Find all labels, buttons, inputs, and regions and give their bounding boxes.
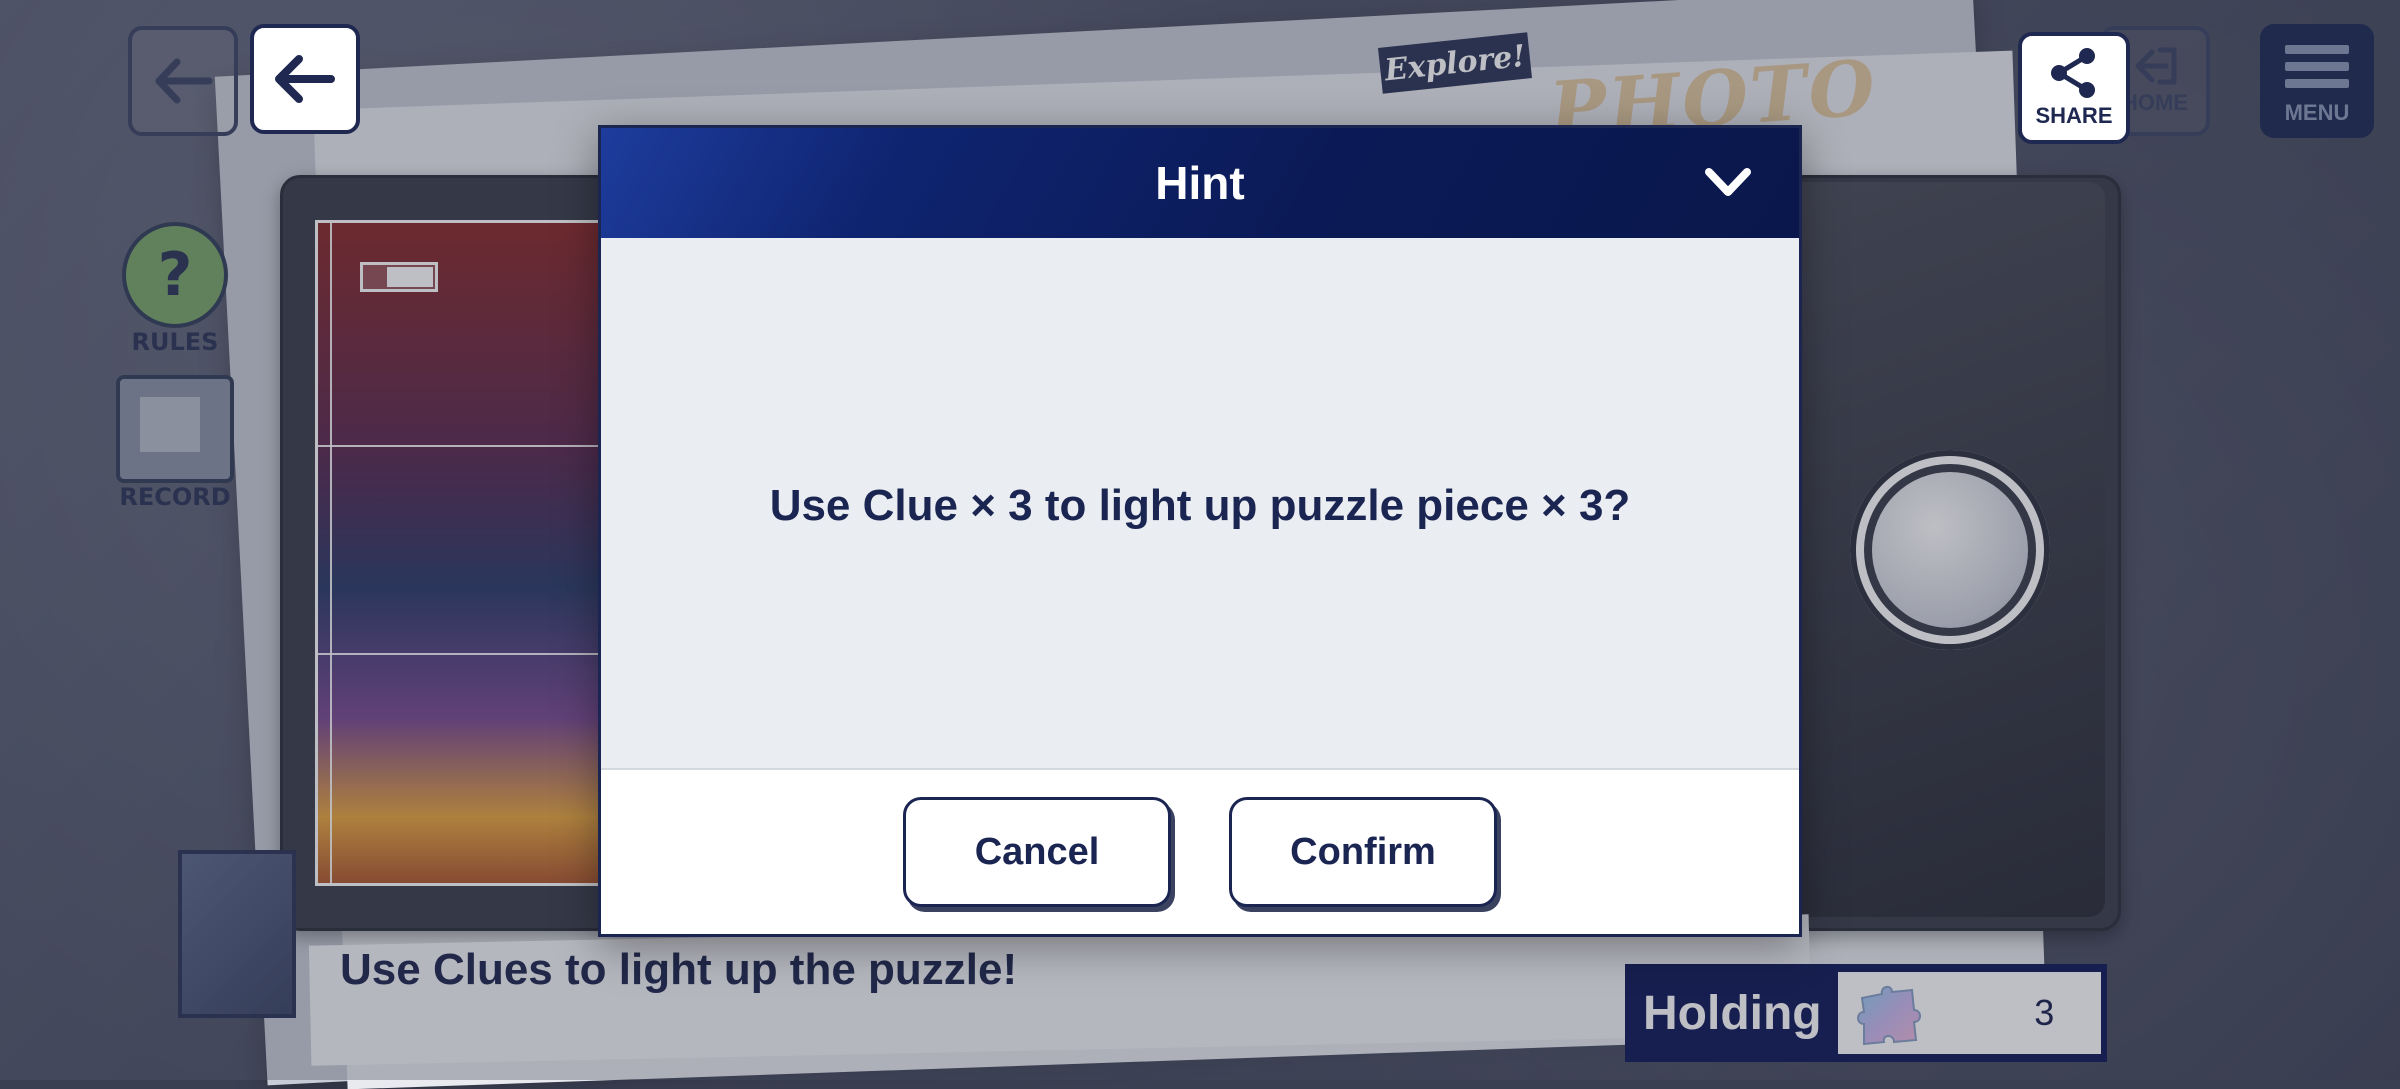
chevron-down-icon[interactable] xyxy=(1703,162,1753,202)
share-icon xyxy=(2051,48,2095,98)
share-button[interactable]: SHARE xyxy=(2018,32,2130,144)
back-button[interactable] xyxy=(250,24,360,134)
dialog-header: Hint xyxy=(601,128,1799,238)
dialog-footer: Cancel Confirm xyxy=(601,768,1799,934)
dialog-message: Use Clue × 3 to light up puzzle piece × … xyxy=(769,480,1631,530)
cancel-button[interactable]: Cancel xyxy=(903,797,1171,907)
share-label: SHARE xyxy=(2035,103,2113,128)
dialog-title: Hint xyxy=(1155,157,1245,209)
dialog-body: Use Clue × 3 to light up puzzle piece × … xyxy=(601,238,1799,773)
hint-dialog: Hint Use Clue × 3 to light up puzzle pie… xyxy=(598,125,1802,937)
confirm-button[interactable]: Confirm xyxy=(1229,797,1497,907)
arrow-left-icon xyxy=(275,55,335,103)
